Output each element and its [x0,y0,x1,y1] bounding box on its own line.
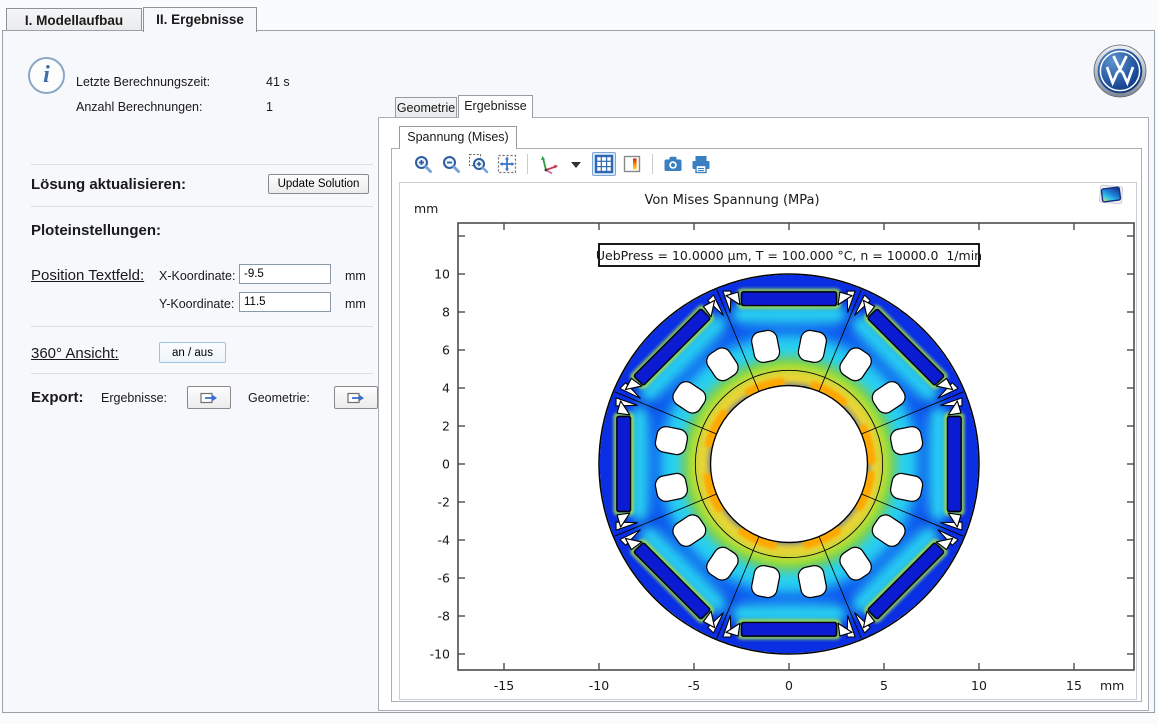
axes-dropdown-caret-icon[interactable] [564,152,588,176]
svg-text:4: 4 [442,381,450,396]
color-legend-icon[interactable] [620,152,644,176]
svg-text:mm: mm [414,201,438,216]
svg-text:-15: -15 [494,678,514,693]
svg-text:-10: -10 [430,647,450,662]
grid-icon[interactable] [592,152,616,176]
tab-ergebnisse[interactable]: II. Ergebnisse [143,7,257,32]
info-icon: i [28,57,65,94]
zoom-extents-icon[interactable] [495,152,519,176]
svg-text:0: 0 [442,457,450,472]
calc-count-value: 1 [266,100,273,114]
y-unit-label: mm [345,297,366,311]
page-ergebnisse: i Letzte Berechnungszeit: 41 s Anzahl Be… [2,30,1155,713]
svg-text:5: 5 [880,678,888,693]
separator [31,326,373,327]
update-solution-label: Lösung aktualisieren: [31,176,186,193]
svg-text:0: 0 [785,678,793,693]
tab-modellaufbau[interactable]: I. Modellaufbau [6,8,142,31]
vw-logo [1093,44,1147,98]
export-icon [347,391,365,405]
svg-text:UebPress = 10.0000 µm, T = 100: UebPress = 10.0000 µm, T = 100.000 °C, n… [596,248,982,263]
export-results-button[interactable] [187,386,231,409]
zoom-out-icon[interactable] [439,152,463,176]
von-mises-plot[interactable]: Von Mises Spannung (MPa) -15 -10 -5 0 5 10 15 10… [400,183,1136,699]
export-icon [200,391,218,405]
svg-text:mm: mm [1100,678,1124,693]
toolbar-separator [652,154,653,174]
export-geometry-button[interactable] [334,386,378,409]
tab-spannung-mises[interactable]: Spannung (Mises) [399,126,517,149]
svg-text:10: 10 [971,678,987,693]
plot-canvas[interactable]: Von Mises Spannung (MPa) -15 -10 -5 0 5 10 15 10… [399,182,1137,700]
y-coordinate-input[interactable] [239,292,331,312]
x-coordinate-input[interactable] [239,264,331,284]
svg-text:-8: -8 [438,609,451,624]
svg-text:6: 6 [442,343,450,358]
plot-settings-heading: Ploteinstellungen: [31,222,161,239]
x-coordinate-label: X-Koordinate: [159,269,235,283]
last-calc-label: Letzte Berechnungszeit: [76,75,210,89]
svg-text:-6: -6 [438,571,451,586]
x-unit-label: mm [345,269,366,283]
svg-text:2: 2 [442,419,450,434]
last-calc-value: 41 s [266,75,290,89]
view-360-toggle-button[interactable]: an / aus [159,342,226,363]
export-results-label: Ergebnisse: [101,391,167,405]
svg-text:-10: -10 [589,678,609,693]
separator [31,373,373,374]
toolbar-separator [527,154,528,174]
svg-text:-2: -2 [438,495,450,510]
svg-text:10: 10 [434,267,450,282]
separator [31,164,373,165]
separator [31,206,373,207]
view-360-label: 360° Ansicht: [31,345,119,362]
svg-text:-5: -5 [688,678,700,693]
export-label: Export: [31,389,84,406]
update-solution-button[interactable]: Update Solution [268,174,369,194]
y-coordinate-label: Y-Koordinate: [159,297,234,311]
svg-text:Von Mises Spannung (MPa): Von Mises Spannung (MPa) [644,193,819,208]
calc-count-label: Anzahl Berechnungen: [76,100,202,114]
svg-text:8: 8 [442,305,450,320]
print-icon[interactable] [689,152,713,176]
tab-geometrie[interactable]: Geometrie [395,97,457,118]
svg-text:15: 15 [1066,678,1082,693]
position-textfeld-label: Position Textfeld: [31,267,144,284]
snapshot-icon[interactable] [661,152,685,176]
axes-orientation-icon[interactable] [536,152,560,176]
zoom-in-icon[interactable] [411,152,435,176]
svg-text:-4: -4 [438,533,451,548]
zoom-box-icon[interactable] [467,152,491,176]
tab-ergebnisse-inner[interactable]: Ergebnisse [458,95,533,118]
plot-toolbar [411,152,713,176]
export-geometry-label: Geometrie: [248,391,310,405]
